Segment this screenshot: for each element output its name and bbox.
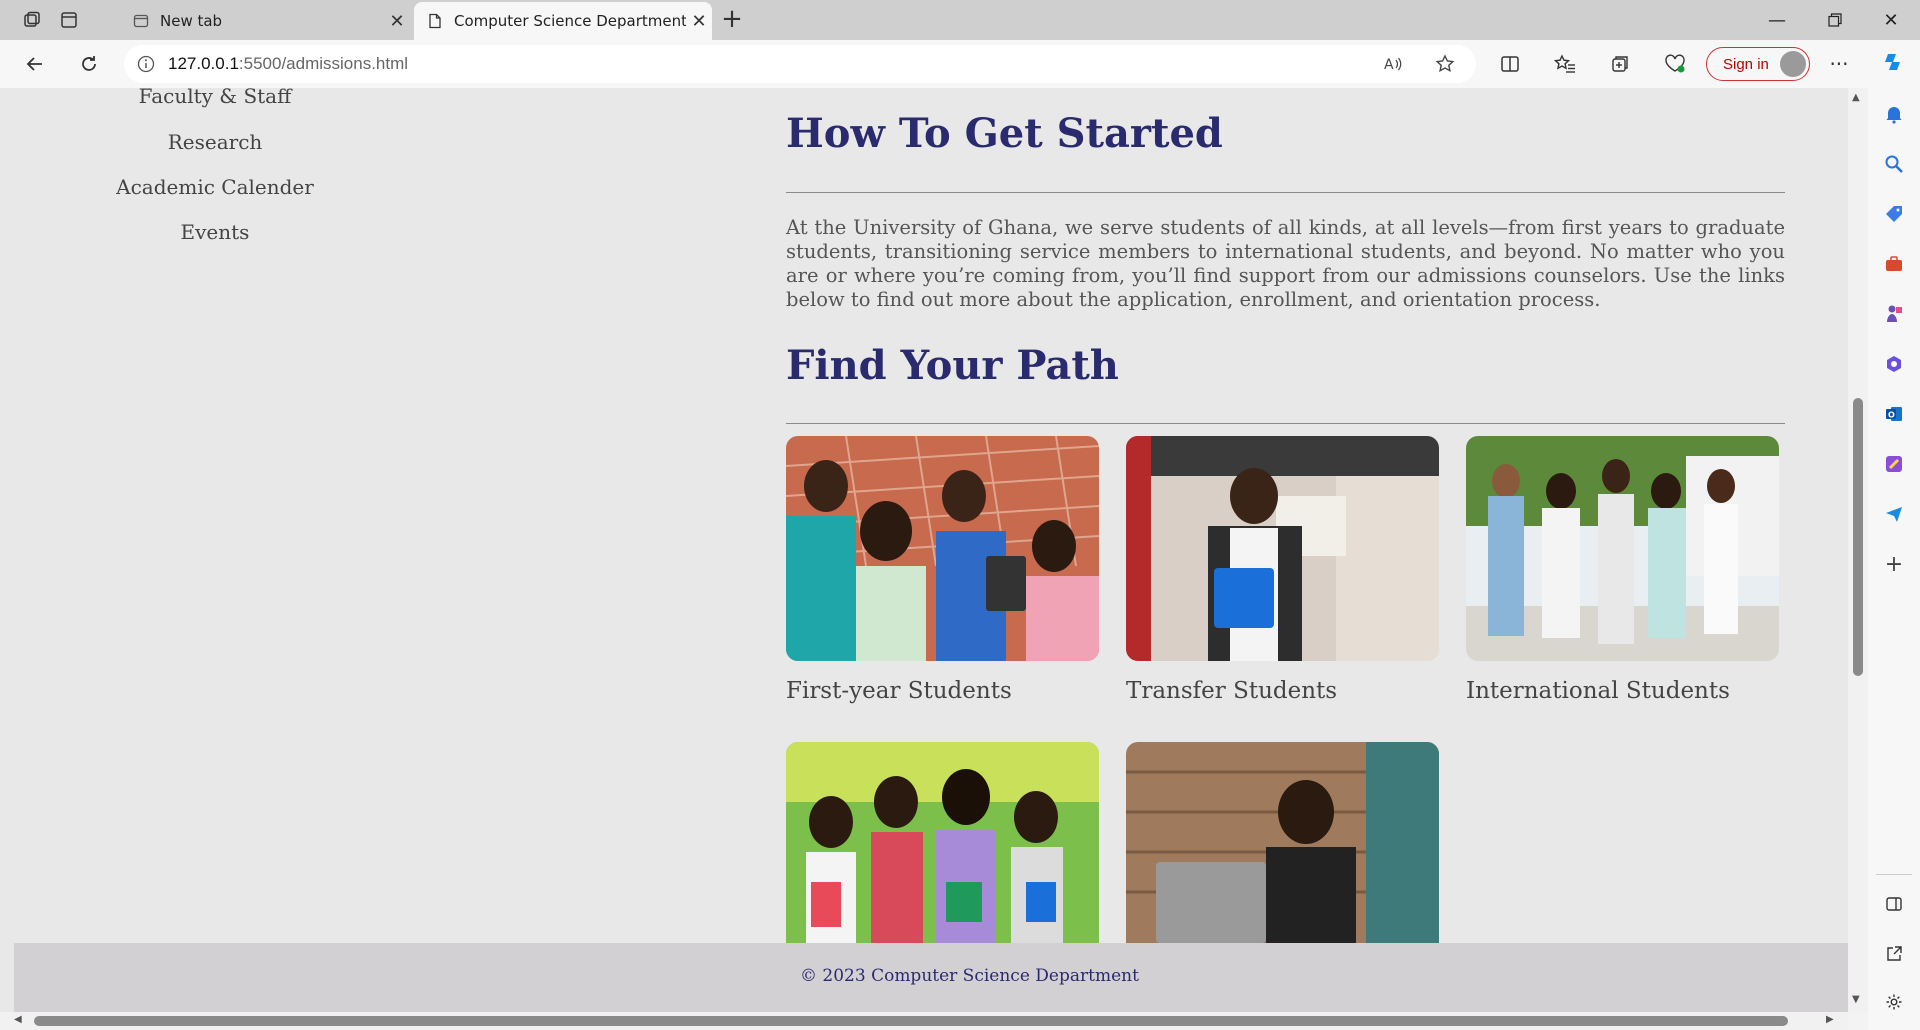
tab-actions-icon[interactable] <box>55 6 83 34</box>
games-icon[interactable] <box>1880 300 1908 328</box>
refresh-icon[interactable] <box>74 49 104 79</box>
tab-new-tab[interactable]: New tab ✕ <box>120 2 410 40</box>
footer-copyright: © 2023 Computer Science Department <box>800 966 1139 986</box>
path-label-first-year[interactable]: First-year Students <box>786 678 1012 704</box>
scroll-down-arrow-icon[interactable]: ▼ <box>1852 994 1860 1005</box>
first-year-students-image[interactable] <box>786 436 1099 661</box>
svg-text:A: A <box>1384 57 1394 73</box>
path-label-transfer[interactable]: Transfer Students <box>1126 678 1337 704</box>
minimize-button[interactable]: — <box>1748 0 1806 40</box>
vertical-scrollbar[interactable]: ▲ ▼ <box>1848 88 1868 1012</box>
new-tab-icon <box>132 12 150 30</box>
sidebar-divider <box>1876 874 1912 875</box>
browser-essentials-icon[interactable] <box>1660 49 1690 79</box>
nav-link-faculty-staff[interactable]: Faculty & Staff <box>0 88 430 108</box>
sign-in-label: Sign in <box>1723 55 1769 73</box>
horizontal-scrollbar[interactable]: ◀ ▶ <box>0 1012 1848 1030</box>
shopping-tag-icon[interactable] <box>1880 200 1908 228</box>
split-screen-icon[interactable] <box>1495 49 1525 79</box>
divider <box>786 423 1785 424</box>
microsoft-365-icon[interactable] <box>1880 350 1908 378</box>
hide-sidebar-icon[interactable] <box>1880 890 1908 918</box>
new-tab-button[interactable]: + <box>718 6 746 34</box>
browser-toolbar: 127.0.0.1:5500/admissions.html A Sign in… <box>0 40 1920 88</box>
horizontal-scroll-thumb[interactable] <box>34 1016 1788 1026</box>
more-options-icon[interactable]: ··· <box>1824 49 1854 79</box>
url-host: 127.0.0.1 <box>168 54 239 73</box>
svg-text:O: O <box>1888 411 1895 420</box>
heading-find-your-path: Find Your Path <box>786 342 1119 389</box>
close-icon[interactable]: ✕ <box>384 11 410 32</box>
close-icon[interactable]: ✕ <box>686 11 712 32</box>
workspaces-icon[interactable] <box>18 6 46 34</box>
page-icon <box>426 12 444 30</box>
sign-in-button[interactable]: Sign in <box>1706 47 1810 81</box>
read-aloud-icon[interactable]: A <box>1378 49 1408 79</box>
browser-titlebar: New tab ✕ Computer Science Department ✕ … <box>0 0 1920 40</box>
send-icon[interactable] <box>1880 500 1908 528</box>
nav-link-academic-calender[interactable]: Academic Calender <box>0 175 430 199</box>
back-arrow-icon[interactable] <box>20 49 50 79</box>
scroll-up-arrow-icon[interactable]: ▲ <box>1852 92 1860 103</box>
bell-icon[interactable] <box>1880 100 1908 128</box>
international-students-image[interactable] <box>1466 436 1779 661</box>
add-icon[interactable]: + <box>1880 550 1908 578</box>
designer-icon[interactable] <box>1880 450 1908 478</box>
heading-how-to-get-started: How To Get Started <box>786 110 1223 157</box>
settings-gear-icon[interactable] <box>1880 988 1908 1016</box>
address-bar[interactable]: 127.0.0.1:5500/admissions.html A <box>124 45 1476 83</box>
tools-icon[interactable] <box>1880 250 1908 278</box>
students-group-image[interactable] <box>786 742 1099 943</box>
page-viewport: Faculty & Staff Research Academic Calend… <box>0 88 1848 1012</box>
favorites-icon[interactable] <box>1550 49 1580 79</box>
scroll-left-arrow-icon[interactable]: ◀ <box>14 1014 22 1025</box>
copilot-icon[interactable] <box>1880 48 1908 76</box>
favorite-star-icon[interactable] <box>1430 49 1460 79</box>
vertical-scroll-thumb[interactable] <box>1853 398 1863 676</box>
path-label-international[interactable]: International Students <box>1466 678 1730 704</box>
intro-paragraph: At the University of Ghana, we serve stu… <box>786 216 1785 311</box>
nav-link-events[interactable]: Events <box>0 220 430 244</box>
student-laptop-image[interactable] <box>1126 742 1439 943</box>
outlook-icon[interactable]: O <box>1880 400 1908 428</box>
edge-sidebar: O + <box>1868 40 1920 1030</box>
divider <box>786 192 1785 193</box>
nav-link-research[interactable]: Research <box>0 130 430 154</box>
avatar <box>1780 51 1806 77</box>
collections-icon[interactable] <box>1605 49 1635 79</box>
transfer-students-image[interactable] <box>1126 436 1439 661</box>
page-footer: © 2023 Computer Science Department <box>14 943 1848 1012</box>
close-window-button[interactable]: ✕ <box>1862 0 1920 40</box>
tab-title: Computer Science Department <box>454 12 686 30</box>
url-path: :5500/admissions.html <box>238 54 409 73</box>
restore-button[interactable] <box>1806 0 1864 40</box>
search-icon[interactable] <box>1880 150 1908 178</box>
open-external-icon[interactable] <box>1880 940 1908 968</box>
tab-title: New tab <box>160 12 223 30</box>
scroll-right-arrow-icon[interactable]: ▶ <box>1826 1014 1834 1025</box>
site-info-icon[interactable] <box>124 55 168 73</box>
tab-computer-science[interactable]: Computer Science Department ✕ <box>414 2 712 40</box>
